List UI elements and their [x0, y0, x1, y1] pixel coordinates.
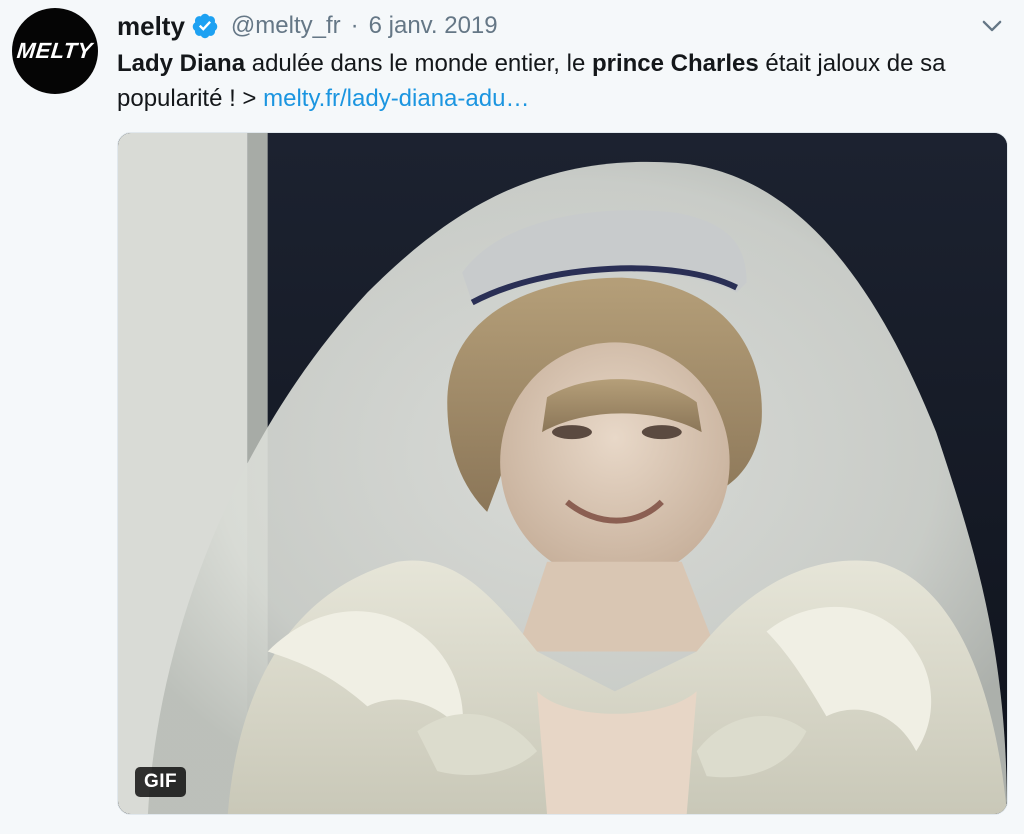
avatar[interactable]: MELTY	[12, 8, 98, 94]
gif-media[interactable]: GIF	[117, 132, 1008, 815]
chevron-down-icon[interactable]	[978, 12, 1006, 40]
mention-lady-diana: Lady Diana	[117, 50, 246, 77]
verified-badge-icon	[192, 13, 218, 39]
gif-frame-image	[118, 133, 1007, 814]
gif-badge: GIF	[135, 767, 187, 797]
tweet-text-part1: adulée dans le monde entier, le	[245, 50, 592, 77]
tweet-text: Lady Diana adulée dans le monde entier, …	[117, 46, 1007, 116]
display-name[interactable]: melty	[117, 11, 185, 42]
user-handle[interactable]: @melty_fr	[231, 12, 341, 40]
tweet-header: melty @melty_fr · 6 janv. 2019	[117, 6, 1008, 46]
tweet-timestamp[interactable]: 6 janv. 2019	[369, 12, 498, 40]
mention-prince-charles: prince Charles	[591, 50, 759, 77]
avatar-logo: MELTY	[16, 38, 95, 63]
tweet-link[interactable]: melty.fr/lady-diana-adu…	[263, 85, 529, 112]
separator-dot: ·	[350, 12, 359, 39]
tweet-card: MELTY melty @melty_fr · 6 janv. 2019 Lad…	[0, 0, 1024, 834]
